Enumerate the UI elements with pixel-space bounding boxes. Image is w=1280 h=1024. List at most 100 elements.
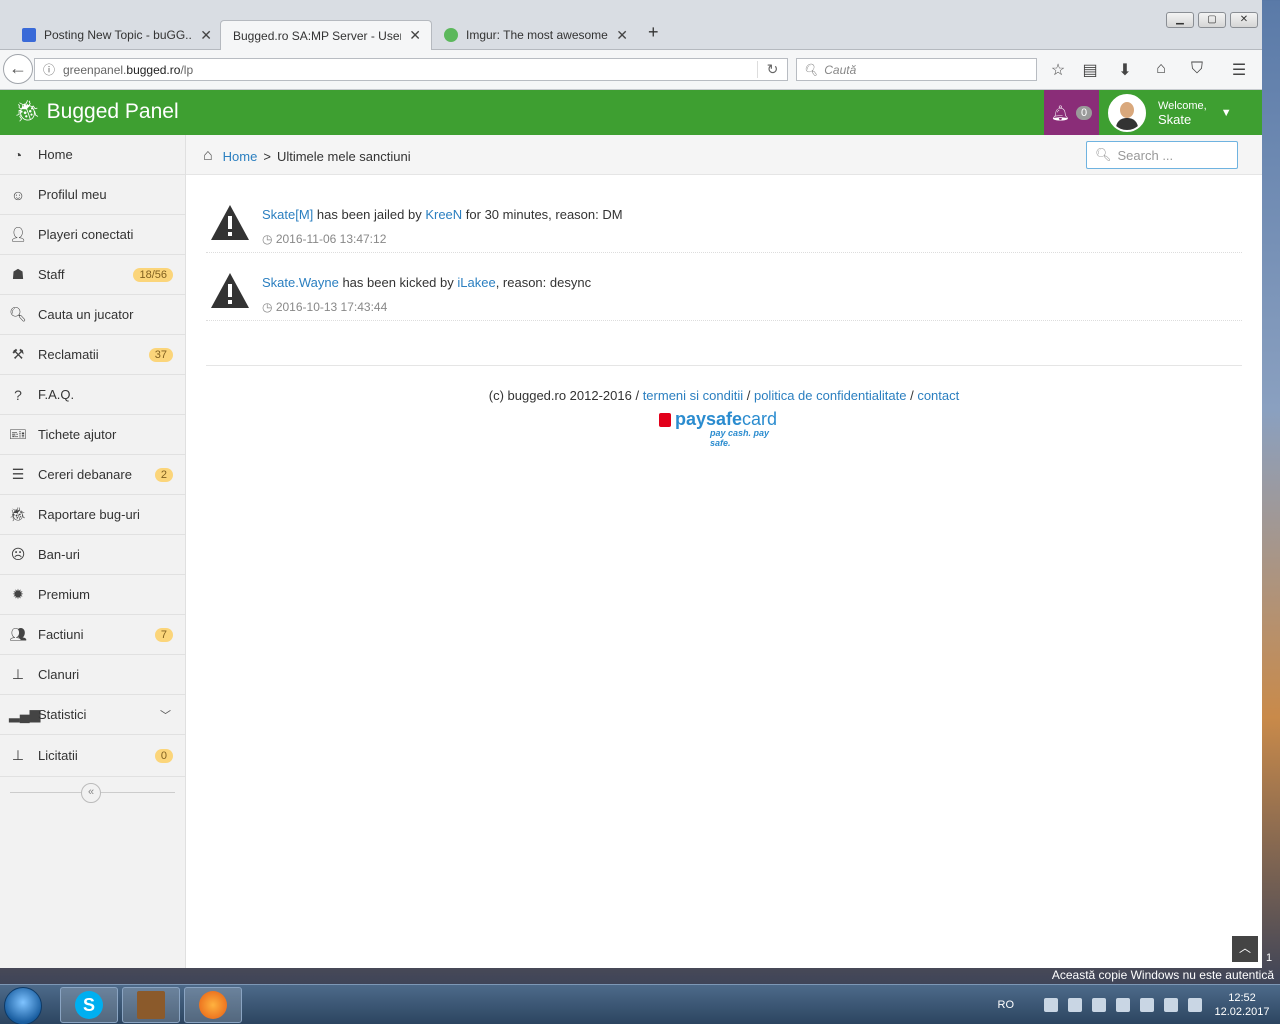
sidebar-item-clans[interactable]: ⊥ Clanuri: [0, 655, 185, 695]
close-tab-icon[interactable]: ✕: [200, 27, 212, 44]
sidebar-item-label: Statistici: [38, 707, 87, 722]
question-icon: ?: [14, 386, 22, 403]
breadcrumb-home-link[interactable]: Home: [223, 149, 258, 164]
sidebar-item-label: Home: [38, 147, 73, 162]
sidebar-item-faq[interactable]: ? F.A.Q.: [0, 375, 185, 415]
side-number: 1: [1266, 952, 1273, 964]
privacy-link[interactable]: politica de confidentialitate: [754, 388, 907, 403]
sidebar-item-unban-requests[interactable]: ☰ Cereri debanare 2: [0, 455, 185, 495]
sidebar-item-auctions[interactable]: ⊥ Licitatii 0: [0, 735, 185, 777]
close-tab-icon[interactable]: ✕: [409, 27, 421, 44]
chrome-icon[interactable]: [1068, 998, 1082, 1012]
sidebar-item-bans[interactable]: ☹ Ban-uri: [0, 535, 185, 575]
sidebar-item-label: Staff: [38, 267, 65, 282]
menu-icon[interactable]: ☰: [1229, 60, 1249, 80]
caret-down-icon[interactable]: ▼: [1221, 107, 1232, 119]
count-badge: 0: [154, 748, 173, 763]
sanction-text: Skate.Wayne has been kicked by iLakee, r…: [262, 275, 591, 290]
home-icon[interactable]: ⌂: [1151, 60, 1171, 78]
admin-link[interactable]: KreeN: [425, 207, 462, 222]
smile-icon: ☺: [10, 186, 26, 203]
count-badge: 37: [148, 347, 173, 362]
browser-search-input[interactable]: 🔍︎ Caută: [796, 58, 1037, 81]
flag-icon[interactable]: [1164, 998, 1178, 1012]
sidebar-item-label: Cereri debanare: [38, 467, 132, 482]
sidebar-item-premium[interactable]: ✹ Premium: [0, 575, 185, 615]
warning-icon: [211, 205, 249, 240]
taskbar-firefox[interactable]: [184, 987, 242, 1023]
breadcrumb: ⌂ Home > Ultimele mele sanctiuni: [203, 147, 411, 165]
notifications-button[interactable]: 🔔︎ 0: [1044, 90, 1099, 135]
window-controls: ▁ ▢ ✕: [1166, 12, 1258, 28]
clock[interactable]: 12:52 12.02.2017: [1212, 991, 1272, 1019]
firefox-icon: [199, 991, 227, 1019]
new-tab-button[interactable]: +: [648, 22, 659, 43]
tab-posting-topic[interactable]: Posting New Topic - buGG... ✕: [10, 20, 222, 50]
sidebar-item-factions[interactable]: 👥︎ Factiuni 7: [0, 615, 185, 655]
shield-icon[interactable]: [1092, 998, 1106, 1012]
user-icon: 👤︎: [9, 226, 27, 242]
windows-watermark: Această copie Windows nu este autentică: [1051, 968, 1274, 982]
sidebar-item-search-player[interactable]: 🔍︎ Cauta un jucator: [0, 295, 185, 335]
network-icon[interactable]: [1188, 998, 1202, 1012]
address-bar[interactable]: ⓘ greenpanel.bugged.ro/lp ↻: [34, 58, 788, 81]
pocket-icon[interactable]: ⛉: [1187, 60, 1207, 78]
copyright-text: (c) bugged.ro 2012-2016 /: [488, 388, 643, 403]
close-window-button[interactable]: ✕: [1230, 12, 1258, 28]
sidebar-item-profile[interactable]: ☺ Profilul meu: [0, 175, 185, 215]
contact-link[interactable]: contact: [917, 388, 959, 403]
reload-icon[interactable]: ↻: [757, 61, 787, 78]
search-input[interactable]: 🔍︎ Search ...: [1086, 141, 1238, 169]
download-icon[interactable]: ⬇: [1115, 60, 1135, 80]
frown-icon: ☹: [10, 546, 26, 562]
reading-list-icon[interactable]: ▤: [1080, 60, 1100, 80]
sitemap-icon: ⊥: [11, 747, 25, 763]
start-button[interactable]: [4, 987, 42, 1024]
sidebar-item-complaints[interactable]: ⚒ Reclamatii 37: [0, 335, 185, 375]
sidebar-item-label: Clanuri: [38, 667, 80, 682]
sanction-timestamp: ◷ 2016-11-06 13:47:12: [262, 232, 386, 246]
terms-link[interactable]: termeni si conditii: [643, 388, 743, 403]
avatar: [1108, 93, 1146, 132]
list-icon: ☰: [11, 466, 25, 482]
tab-imgur[interactable]: Imgur: The most awesome... ✕: [432, 20, 638, 50]
sidebar-item-home[interactable]: ◔ Home: [0, 135, 185, 175]
collapse-sidebar-icon[interactable]: «: [81, 783, 101, 803]
sidebar-item-statistics[interactable]: ▂▄▆ Statistici ﹀: [0, 695, 185, 735]
sidebar-item-staff[interactable]: ☗ Staff 18/56: [0, 255, 185, 295]
minimize-button[interactable]: ▁: [1166, 12, 1194, 28]
signal-icon: ▂▄▆: [9, 706, 41, 722]
chevron-down-icon: ﹀: [160, 709, 171, 722]
users-icon: 👥︎: [9, 626, 27, 642]
language-indicator[interactable]: RO: [998, 999, 1015, 1011]
player-link[interactable]: Skate.Wayne: [262, 275, 339, 290]
volume-icon[interactable]: [1116, 998, 1130, 1012]
maximize-button[interactable]: ▢: [1198, 12, 1226, 28]
brand-logo[interactable]: 🐞︎ Bugged Panel: [14, 100, 179, 124]
close-tab-icon[interactable]: ✕: [616, 27, 628, 44]
search-icon: 🔍︎: [1095, 147, 1112, 162]
sidebar-item-label: Raportare bug-uri: [38, 507, 140, 522]
taskbar-game[interactable]: [122, 987, 180, 1023]
scroll-to-top-button[interactable]: ︿: [1232, 936, 1258, 962]
sidebar-item-bug-reports[interactable]: 🐞︎ Raportare bug-uri: [0, 495, 185, 535]
sidebar-item-label: Tichete ajutor: [38, 427, 117, 442]
admin-link[interactable]: iLakee: [457, 275, 495, 290]
tab-bugged-panel[interactable]: Bugged.ro SA:MP Server - User ... ✕: [220, 20, 432, 50]
user-menu[interactable]: Welcome, Skate ▼: [1100, 90, 1260, 135]
taskbar-skype[interactable]: S: [60, 987, 118, 1023]
security-icon[interactable]: [1140, 998, 1154, 1012]
sidebar: ◔ Home ☺ Profilul meu 👤︎ Playeri conectati …: [0, 135, 186, 968]
sidebar-item-tickets[interactable]: 🎫︎ Tichete ajutor: [0, 415, 185, 455]
count-badge: 2: [154, 467, 173, 482]
player-link[interactable]: Skate[M]: [262, 207, 313, 222]
back-button[interactable]: ←: [3, 54, 33, 84]
card-text: card: [742, 409, 778, 429]
sidebar-item-label: Cauta un jucator: [38, 307, 134, 322]
info-icon[interactable]: ⓘ: [35, 61, 63, 78]
keyboard-icon[interactable]: [1044, 998, 1058, 1012]
bug-icon: 🐞︎: [9, 506, 27, 522]
sidebar-item-online-players[interactable]: 👤︎ Playeri conectati: [0, 215, 185, 255]
clock-time: 12:52: [1228, 992, 1256, 1004]
bookmark-star-icon[interactable]: ☆: [1048, 60, 1068, 80]
